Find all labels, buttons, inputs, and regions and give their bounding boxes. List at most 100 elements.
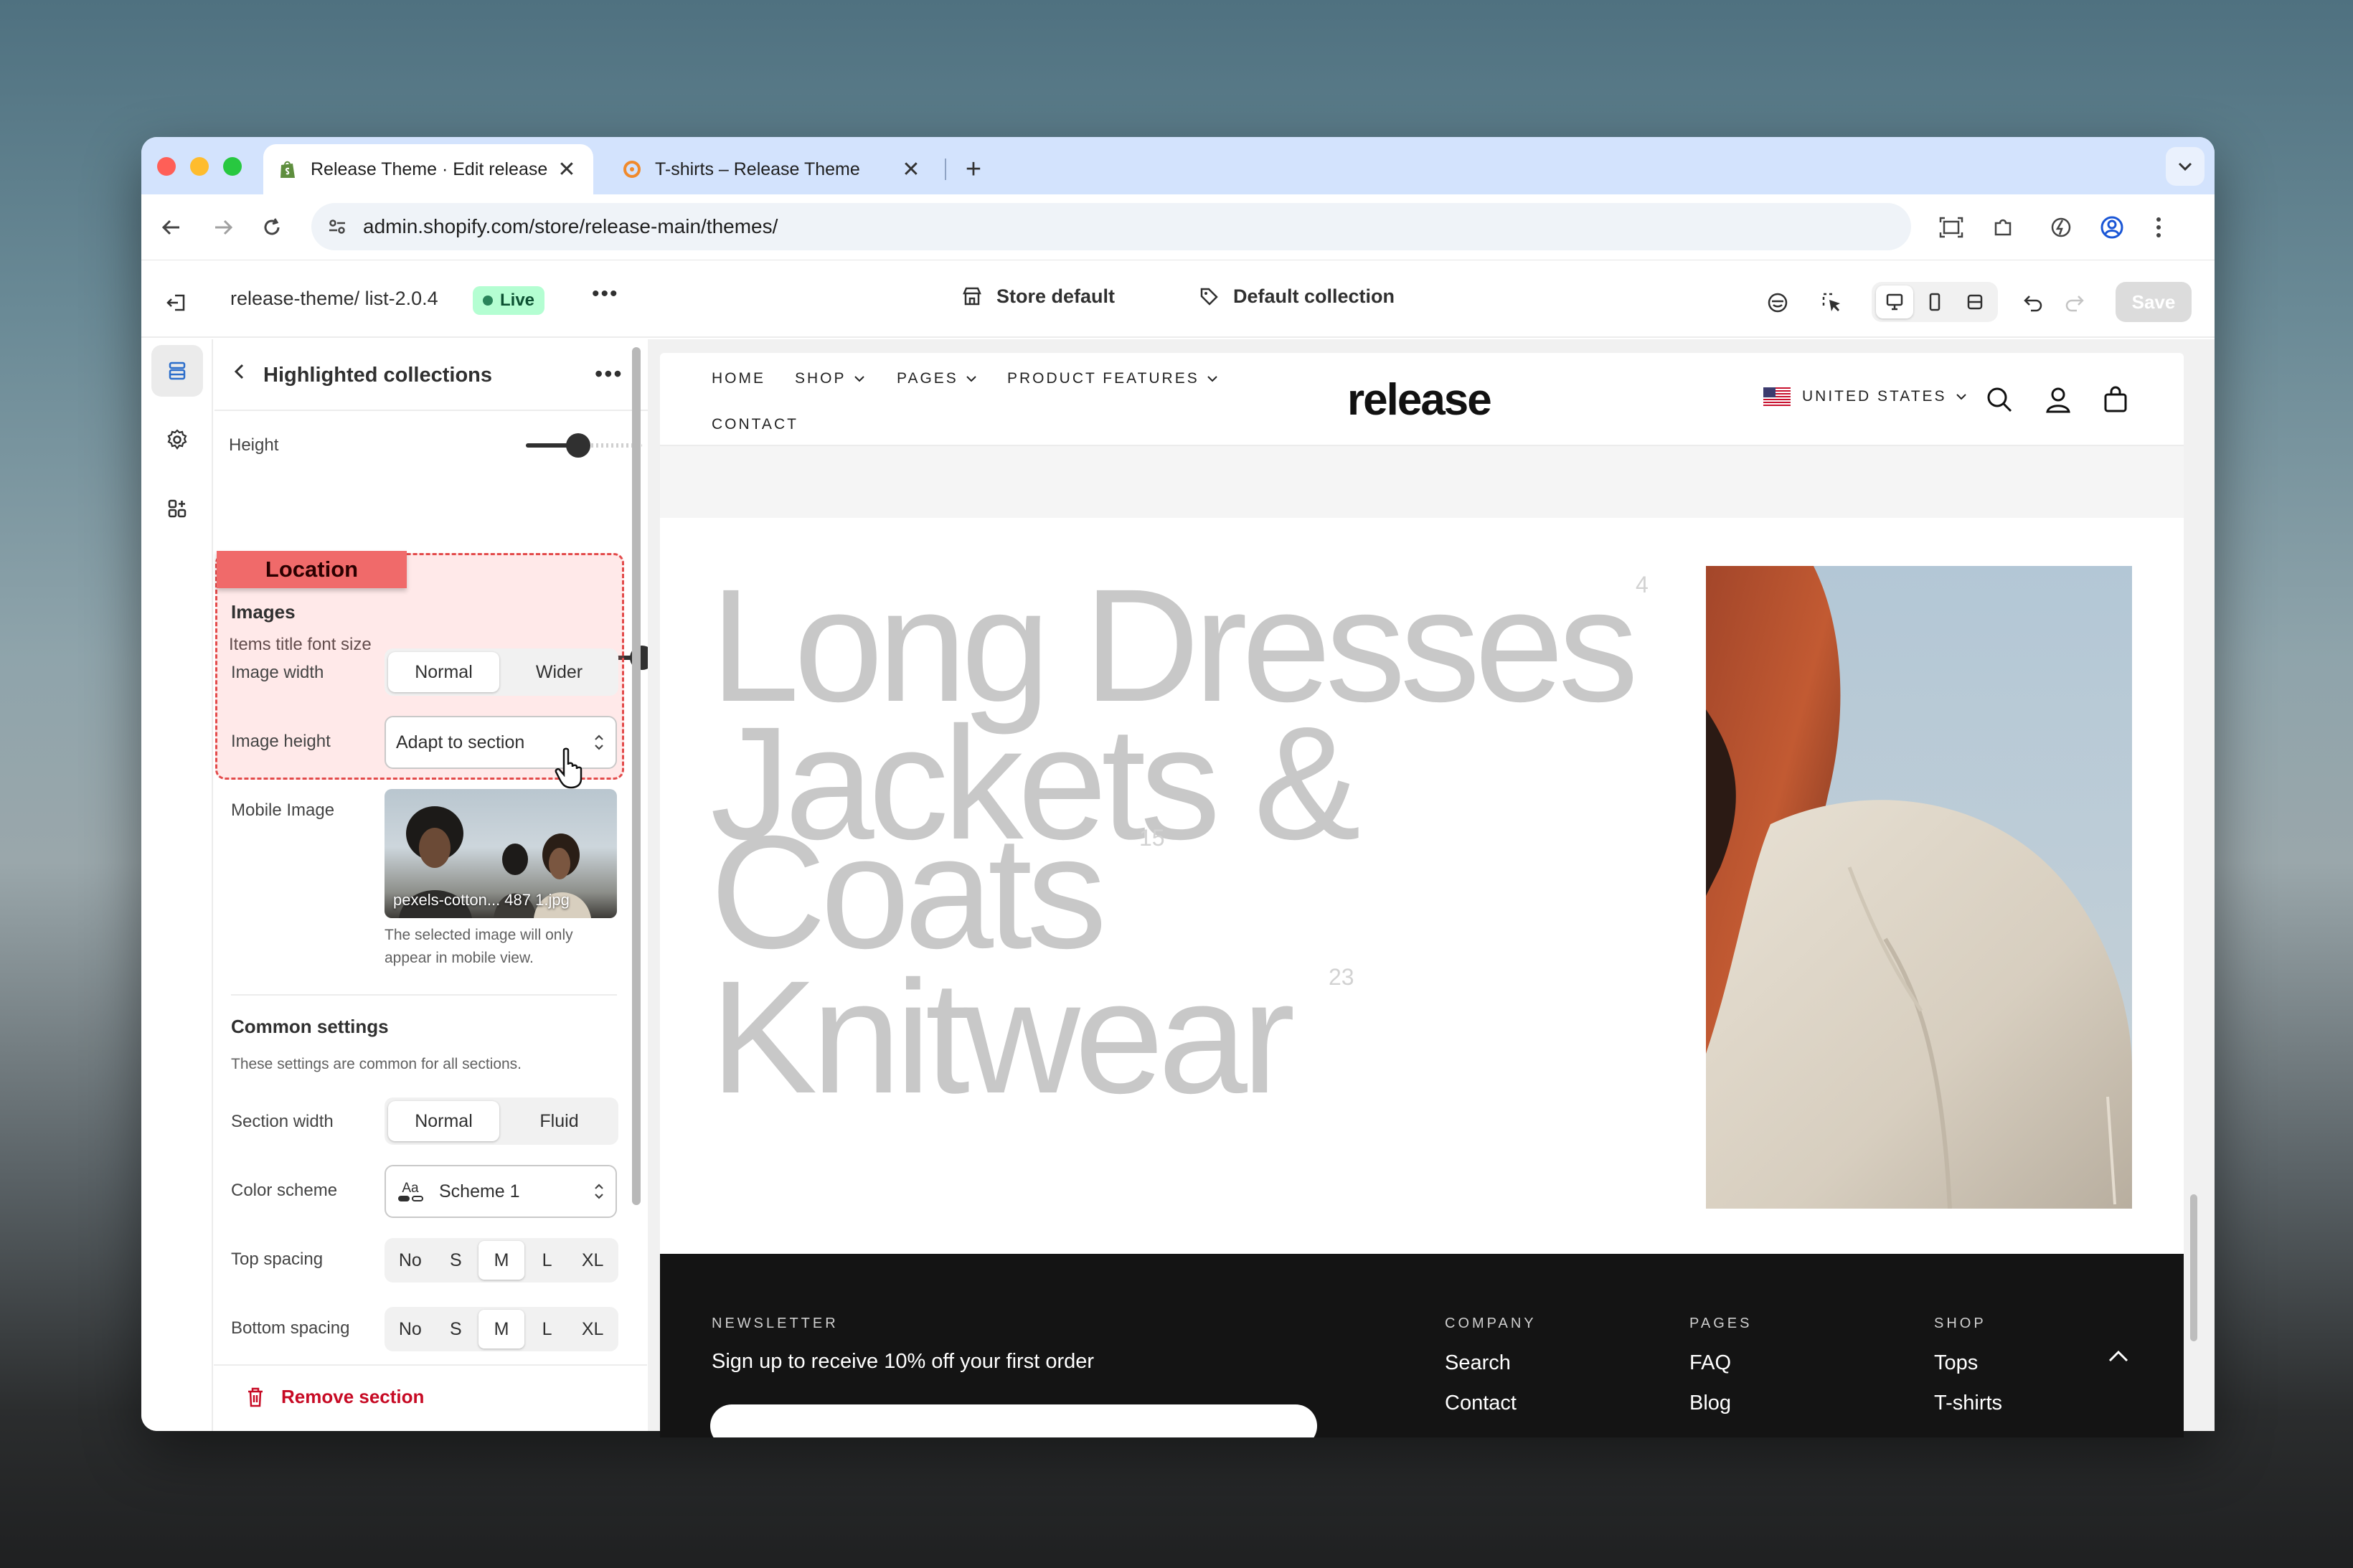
forward-button[interactable] [204, 209, 242, 246]
mobile-image-label: Mobile Image [231, 800, 335, 820]
height-label: Height [229, 435, 279, 455]
theme-editor-toolbar: release-theme/ list-2.0.4 Live ••• Store… [141, 260, 2215, 338]
performance-icon[interactable] [2042, 209, 2080, 246]
top-spacing-xl-option[interactable]: XL [570, 1241, 616, 1280]
customer-privacy-icon[interactable] [1761, 286, 1794, 319]
apps-button[interactable] [151, 483, 203, 534]
inspector-icon[interactable] [1816, 286, 1849, 319]
tab-title: Release Theme · Edit release [311, 159, 548, 179]
close-tab-icon[interactable]: ✕ [555, 157, 579, 181]
section-width-fluid-option[interactable]: Fluid [504, 1101, 615, 1141]
footer-link-contact[interactable]: Contact [1445, 1392, 1517, 1415]
divider [231, 994, 617, 996]
screenshot-icon[interactable] [1933, 209, 1970, 246]
close-window-button[interactable] [157, 157, 176, 176]
image-width-wider-option[interactable]: Wider [504, 652, 615, 692]
top-spacing-l-option[interactable]: L [524, 1241, 570, 1280]
redo-button[interactable] [2058, 286, 2091, 319]
desktop-view-button[interactable] [1876, 285, 1913, 318]
close-tab-icon[interactable]: ✕ [899, 157, 923, 181]
store-logo[interactable]: release [1347, 374, 1492, 425]
collection-count: 15 [1139, 825, 1165, 851]
back-button[interactable] [229, 361, 250, 386]
nav-contact[interactable]: CONTACT [712, 416, 798, 433]
nav-pages-label: PAGES [897, 370, 958, 387]
mobile-icon [1929, 293, 1941, 311]
back-button[interactable] [153, 209, 190, 246]
tab-search-button[interactable] [2166, 147, 2205, 186]
tab-release-theme-editor[interactable]: Release Theme · Edit release ✕ [263, 144, 593, 194]
url-field[interactable]: admin.shopify.com/store/release-main/the… [311, 203, 1911, 250]
location-label: Location [217, 551, 407, 588]
search-icon[interactable] [1981, 382, 2017, 417]
bottom-spacing-s-option[interactable]: S [433, 1310, 479, 1349]
extensions-icon[interactable] [1984, 209, 2022, 246]
tab-t-shirts[interactable]: T-shirts – Release Theme ✕ [608, 144, 938, 194]
url-text: admin.shopify.com/store/release-main/the… [363, 215, 778, 237]
shopify-icon [278, 159, 298, 179]
nav-product-features[interactable]: PRODUCT FEATURES [1007, 370, 1218, 387]
top-spacing-toggle: No S M L XL [385, 1238, 618, 1283]
theme-actions-button[interactable]: ••• [592, 282, 619, 306]
footer-link-search[interactable]: Search [1445, 1351, 1511, 1375]
mobile-image-picker[interactable]: pexels-cotton... 487 1.jpg [385, 789, 617, 918]
store-favicon-icon [622, 159, 642, 179]
newsletter-email-field[interactable] [710, 1404, 1317, 1437]
exit-editor-icon[interactable] [160, 286, 193, 319]
bottom-spacing-xl-option[interactable]: XL [570, 1310, 616, 1349]
footer-link-t-shirts[interactable]: T-shirts [1934, 1392, 2002, 1415]
section-width-normal-option[interactable]: Normal [388, 1101, 499, 1141]
minimize-window-button[interactable] [190, 157, 209, 176]
height-slider-handle[interactable] [566, 433, 590, 458]
account-icon[interactable] [2040, 382, 2076, 417]
mobile-view-button[interactable] [1916, 285, 1953, 318]
image-height-label: Image height [231, 732, 331, 751]
country-selector[interactable]: UNITED STATES [1763, 387, 1967, 406]
bottom-spacing-m-option[interactable]: M [478, 1310, 524, 1349]
undo-button[interactable] [2017, 286, 2050, 319]
mobile-image-filename: pexels-cotton... 487 1.jpg [393, 891, 570, 909]
theme-settings-button[interactable] [151, 414, 203, 466]
default-collection-selector[interactable]: Default collection [1197, 285, 1395, 308]
footer-link-tops[interactable]: Tops [1934, 1351, 1978, 1375]
hand-cursor-icon [555, 747, 583, 789]
preview-scrollbar[interactable] [2190, 1194, 2197, 1341]
color-scheme-select[interactable]: Aa Scheme 1 [385, 1165, 617, 1218]
footer-link-faq[interactable]: FAQ [1689, 1351, 1731, 1375]
collection-link-knitwear[interactable]: Knitwear [710, 957, 1295, 1118]
image-width-normal-option[interactable]: Normal [388, 652, 499, 692]
sections-button[interactable] [151, 345, 203, 397]
browser-menu-icon[interactable] [2140, 209, 2177, 246]
common-settings-subtitle: These settings are common for all sectio… [231, 1056, 522, 1072]
nav-home[interactable]: HOME [712, 370, 765, 387]
nav-pages[interactable]: PAGES [897, 370, 977, 387]
reload-button[interactable] [253, 209, 291, 246]
scroll-to-top-button[interactable] [2102, 1340, 2135, 1373]
tab-separator [945, 159, 946, 180]
fullscreen-view-button[interactable] [1956, 285, 1994, 318]
bottom-spacing-no-option[interactable]: No [387, 1310, 433, 1349]
reload-icon [264, 218, 280, 235]
site-footer: NEWSLETTER Sign up to receive 10% off yo… [660, 1254, 2184, 1437]
chevron-down-icon [1956, 394, 1966, 400]
panel-scrollbar[interactable] [632, 347, 641, 1205]
top-spacing-no-option[interactable]: No [387, 1241, 433, 1280]
maximize-window-button[interactable] [223, 157, 242, 176]
top-spacing-m-option[interactable]: M [478, 1241, 524, 1280]
store-default-selector[interactable]: Store default [961, 285, 1115, 308]
section-options-button[interactable]: ••• [595, 361, 623, 387]
nav-shop[interactable]: SHOP [795, 370, 865, 387]
remove-section-button[interactable]: Remove section [245, 1386, 424, 1408]
new-tab-button[interactable]: + [956, 151, 991, 187]
profile-icon[interactable] [2093, 209, 2131, 246]
save-button[interactable]: Save [2116, 282, 2192, 322]
tab-title: T-shirts – Release Theme [655, 159, 860, 179]
top-spacing-s-option[interactable]: S [433, 1241, 479, 1280]
footer-link-blog[interactable]: Blog [1689, 1392, 1731, 1415]
live-badge: Live [473, 286, 545, 315]
newsletter-heading: NEWSLETTER [712, 1316, 839, 1331]
store-default-label: Store default [996, 285, 1116, 307]
cart-icon[interactable] [2098, 382, 2133, 417]
color-scheme-icon-text: Aa [402, 1181, 419, 1196]
bottom-spacing-l-option[interactable]: L [524, 1310, 570, 1349]
